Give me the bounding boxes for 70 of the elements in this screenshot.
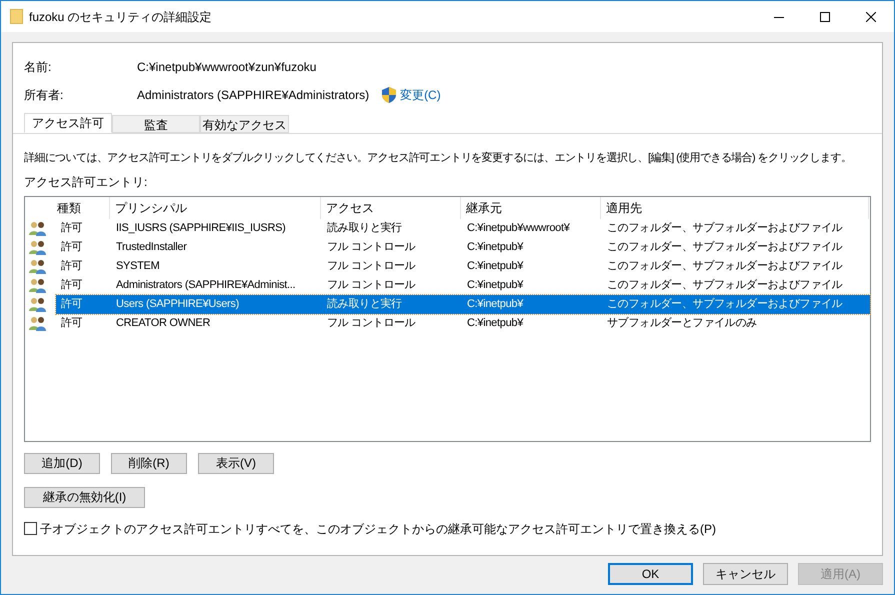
table-row[interactable]: 許可 TrustedInstaller フル コントロール C:¥inetpub¥ このフォルダー、サブフォルダーおよびファイル	[25, 238, 870, 256]
table-row[interactable]: 許可 SYSTEM フル コントロール C:¥inetpub¥ このフォルダー、サブフォルダーおよびファイル	[25, 256, 870, 276]
action-button[interactable]: 追加(D)	[24, 452, 100, 474]
table-cell: このフォルダー、サブフォルダーおよびファイル	[607, 222, 842, 234]
folder-icon	[10, 9, 23, 24]
dialog-button[interactable]: OK	[608, 563, 693, 585]
column-header[interactable]: 種類	[25, 196, 110, 218]
table-cell: このフォルダー、サブフォルダーおよびファイル	[607, 260, 842, 272]
tab[interactable]: アクセス許可	[24, 113, 112, 133]
list-label: アクセス許可エントリ:	[24, 174, 148, 190]
user-group-icon	[29, 240, 46, 254]
dialog-button[interactable]: キャンセル	[703, 563, 788, 585]
tab[interactable]: 有効なアクセス	[200, 115, 289, 133]
change-link[interactable]: 変更(C)	[400, 86, 441, 104]
table-cell: Users (SAPPHIRE¥Users)	[116, 298, 239, 310]
column-header[interactable]: 適用先	[601, 196, 869, 218]
table-cell: このフォルダー、サブフォルダーおよびファイル	[607, 298, 842, 310]
table-cell: CREATOR OWNER	[116, 316, 210, 329]
table-cell: Administrators (SAPPHIRE¥Administ...	[116, 278, 296, 291]
table-cell: C:¥inetpub¥	[467, 260, 524, 272]
field-value: C:¥inetpub¥wwwroot¥zun¥fuzoku	[137, 59, 316, 76]
table-cell: SYSTEM	[116, 260, 160, 272]
table-row[interactable]: 許可 CREATOR OWNER フル コントロール C:¥inetpub¥ サブフォルダーとファイルのみ	[25, 314, 870, 332]
column-header[interactable]: アクセス	[321, 196, 461, 218]
table-cell: C:¥inetpub¥	[467, 298, 524, 310]
table-cell: 許可	[61, 298, 82, 310]
close-icon	[866, 12, 876, 22]
table-row[interactable]: 許可 Administrators (SAPPHIRE¥Administ... フル コントロール C:¥inetpub¥ このフォルダー、サブフォルダーおよびファイル	[25, 276, 870, 294]
disable-inheritance-button[interactable]: 継承の無効化(I)	[24, 486, 145, 508]
instructions-text: 詳細については、アクセス許可エントリをダブルクリックしてください。アクセス許可エントリを変更するには、エントリを選択し、[編集] (使用できる場合) をクリックします。	[24, 150, 852, 166]
field-label: 名前:	[24, 59, 52, 76]
table-cell: C:¥inetpub¥	[467, 278, 524, 291]
checkbox-label: 子オブジェクトのアクセス許可エントリすべてを、このオブジェクトからの継承可能なアクセス許可エントリで置き換える(P)	[40, 520, 716, 538]
checkbox[interactable]	[24, 522, 37, 535]
table-cell: C:¥inetpub¥wwwroot¥	[467, 222, 570, 234]
table-cell: フル コントロール	[327, 260, 416, 272]
table-cell: 許可	[61, 260, 82, 272]
table-row[interactable]: 許可 IIS_IUSRS (SAPPHIRE¥IIS_IUSRS) 読み取りと実行 C:¥inetpub¥wwwroot¥ このフォルダー、サブフォルダーおよびファイル	[25, 218, 870, 238]
table-cell: TrustedInstaller	[116, 240, 187, 253]
action-button[interactable]: 表示(V)	[198, 452, 274, 474]
table-cell: IIS_IUSRS (SAPPHIRE¥IIS_IUSRS)	[116, 222, 286, 234]
table-cell: 許可	[61, 240, 82, 253]
table-cell: 許可	[61, 278, 82, 291]
user-group-icon	[29, 316, 46, 330]
table-cell: 許可	[61, 222, 82, 234]
table-cell: 読み取りと実行	[327, 222, 402, 234]
column-header[interactable]: プリンシパル	[110, 196, 321, 218]
user-group-icon	[29, 296, 46, 312]
dialog-button: 適用(A)	[798, 563, 883, 585]
table-cell: 読み取りと実行	[327, 298, 402, 310]
tab[interactable]: 監査	[112, 115, 200, 133]
shield-icon	[382, 87, 396, 103]
maximize-icon	[820, 12, 830, 22]
table-cell: このフォルダー、サブフォルダーおよびファイル	[607, 240, 842, 253]
table-cell: このフォルダー、サブフォルダーおよびファイル	[607, 278, 842, 291]
table-cell: フル コントロール	[327, 278, 416, 291]
table-cell: フル コントロール	[327, 240, 416, 253]
table-cell: C:¥inetpub¥	[467, 240, 524, 253]
table-cell: フル コントロール	[327, 316, 416, 329]
column-header[interactable]: 継承元	[461, 196, 601, 218]
user-group-icon	[29, 220, 46, 236]
field-label: 所有者:	[24, 87, 64, 104]
user-group-icon	[29, 258, 46, 274]
field-value: Administrators (SAPPHIRE¥Administrators)	[137, 87, 370, 104]
action-button[interactable]: 削除(R)	[111, 452, 187, 474]
user-group-icon	[29, 278, 46, 292]
table-cell: サブフォルダーとファイルのみ	[607, 316, 757, 329]
table-cell: C:¥inetpub¥	[467, 316, 524, 329]
window-title: fuzoku のセキュリティの詳細設定	[29, 8, 212, 26]
table-cell: 許可	[61, 316, 82, 329]
